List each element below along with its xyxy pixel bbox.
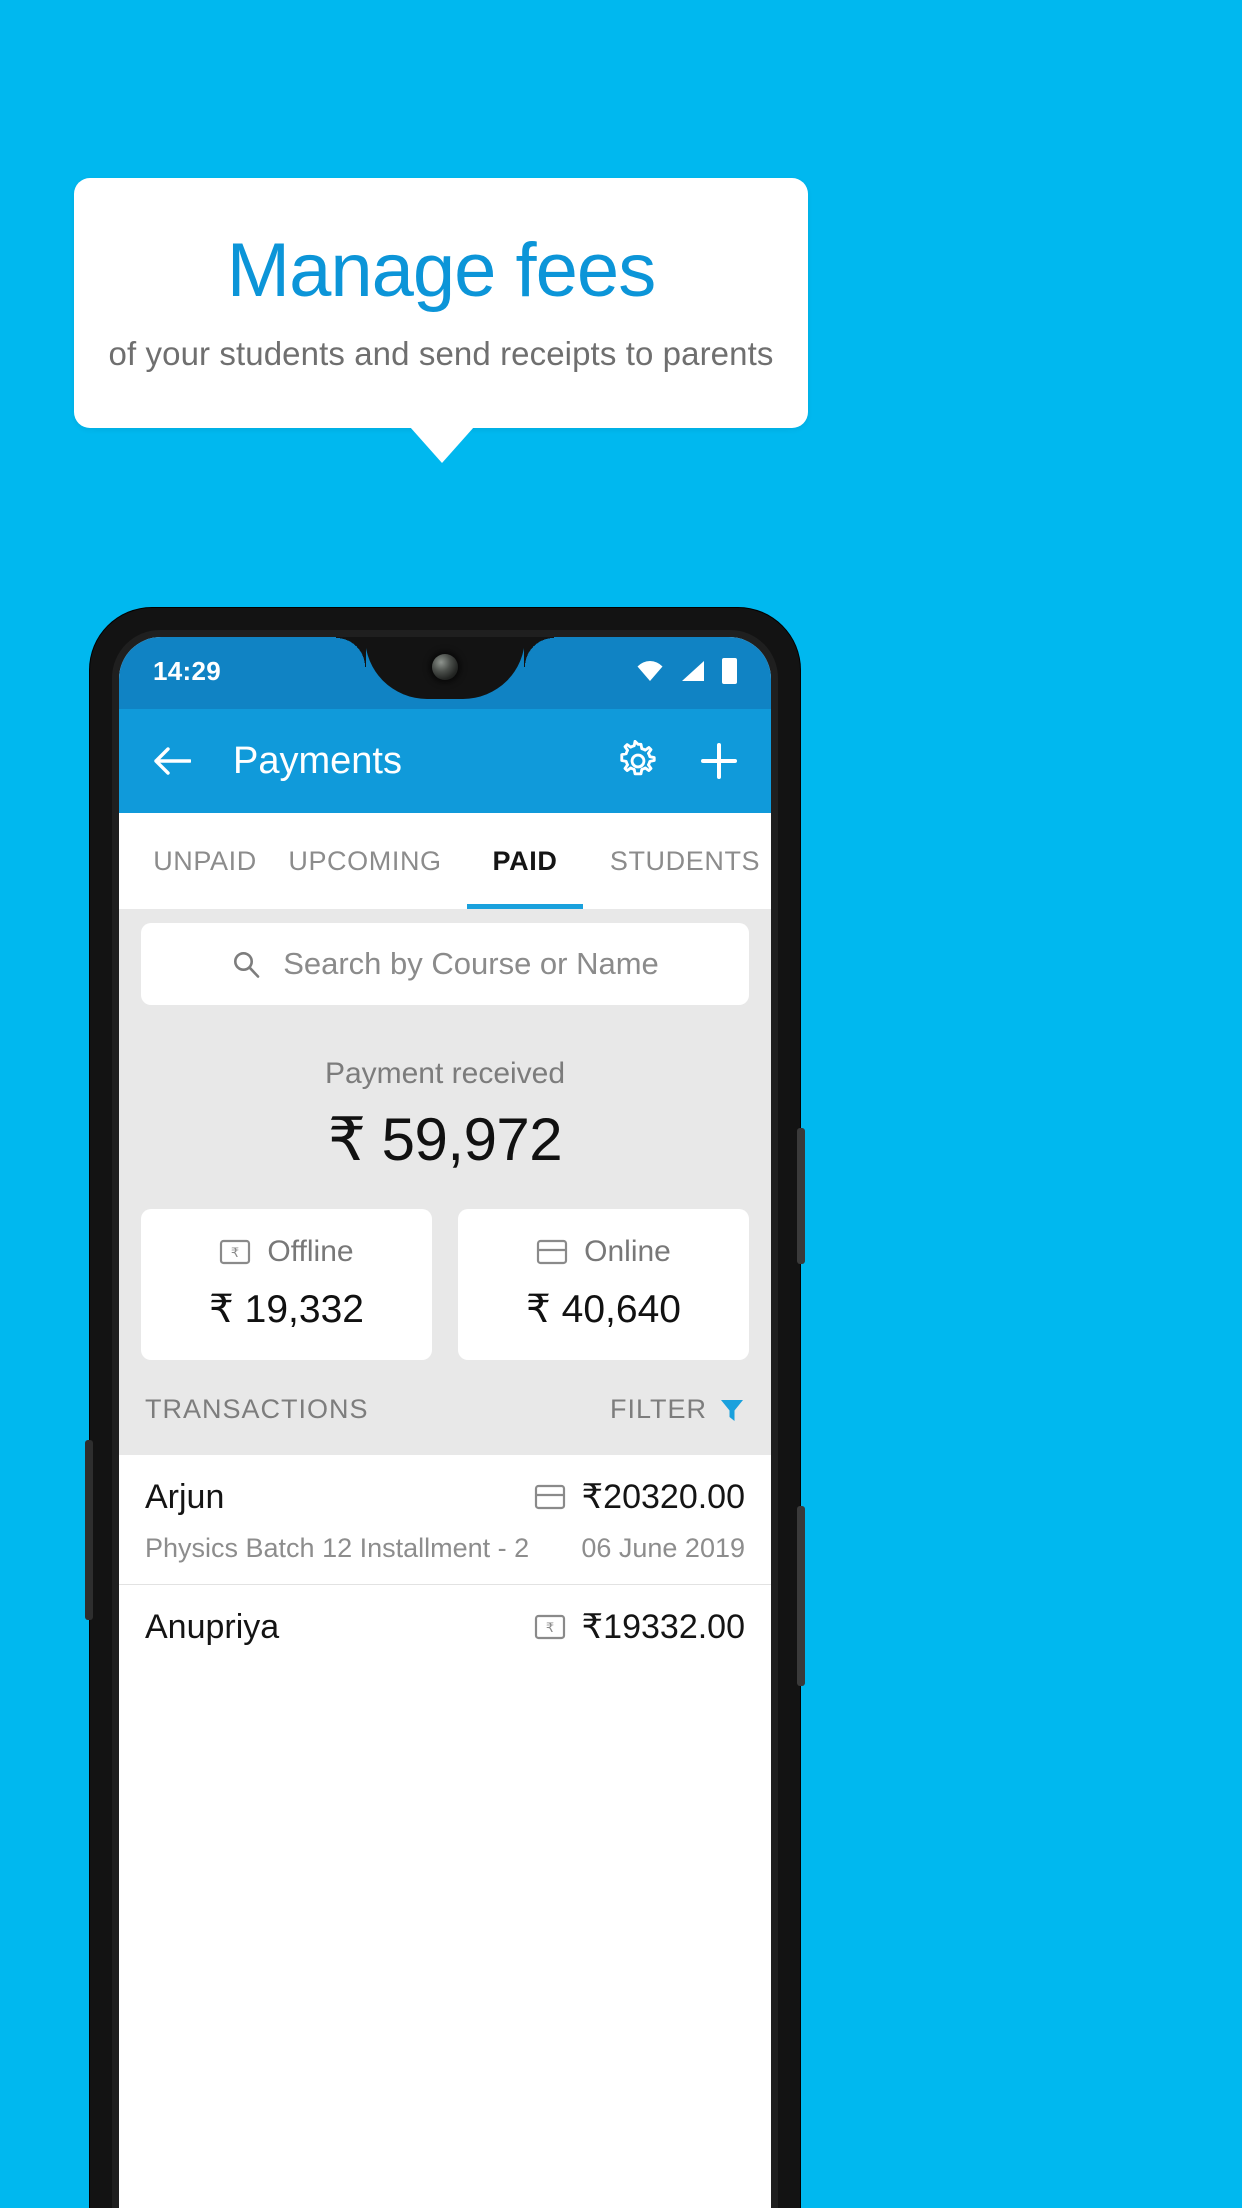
online-amount: ₹ 40,640 xyxy=(526,1288,681,1331)
signal-icon xyxy=(682,661,704,681)
svg-text:₹: ₹ xyxy=(545,1620,553,1635)
transaction-secondary-line: Physics Batch 12 Installment - 2 06 June… xyxy=(145,1533,745,1564)
tab-upcoming[interactable]: UPCOMING xyxy=(285,813,445,909)
svg-text:₹: ₹ xyxy=(231,1245,239,1260)
credit-card-icon xyxy=(537,1239,568,1265)
search-icon xyxy=(234,952,260,978)
volume-down-button[interactable] xyxy=(85,1440,93,1620)
transaction-name: Anupriya xyxy=(145,1607,280,1646)
app-bar-actions xyxy=(617,740,737,782)
summary-amount: ₹ 59,972 xyxy=(327,1106,563,1173)
phone-bezel: 14:29 Payments UNPAID UPCOMING PAID STUD… xyxy=(112,630,778,2208)
offline-card[interactable]: ₹ Offline ₹ 19,332 xyxy=(141,1209,432,1360)
promo-subtitle: of your students and send receipts to pa… xyxy=(108,335,774,372)
search-placeholder: Search by Course or Name xyxy=(283,946,659,981)
offline-label: Offline xyxy=(267,1235,354,1268)
transaction-amount-group: ₹20320.00 xyxy=(534,1477,745,1517)
notch-ear-left xyxy=(336,637,366,667)
app-bar: Payments xyxy=(119,709,771,813)
transaction-name: Arjun xyxy=(145,1477,225,1516)
transaction-amount: ₹20320.00 xyxy=(581,1478,745,1516)
status-bar: 14:29 xyxy=(119,637,771,709)
search-input[interactable]: Search by Course or Name xyxy=(141,923,749,1005)
table-row[interactable]: Arjun ₹20320.00 Physics Batch 12 Install… xyxy=(119,1455,771,1585)
power-button[interactable] xyxy=(797,1506,805,1686)
tab-unpaid[interactable]: UNPAID xyxy=(125,813,285,909)
credit-card-icon xyxy=(534,1484,565,1510)
page-title: Payments xyxy=(233,739,402,782)
promo-screenshot: Manage fees of your students and send re… xyxy=(0,0,1242,2208)
volume-button[interactable] xyxy=(797,1128,805,1264)
tab-bar: UNPAID UPCOMING PAID STUDENTS xyxy=(119,813,771,909)
tab-paid[interactable]: PAID xyxy=(445,813,605,909)
camera-notch xyxy=(336,637,554,699)
status-icons xyxy=(636,658,737,684)
offline-card-head: ₹ Offline xyxy=(141,1235,432,1269)
online-label: Online xyxy=(584,1235,671,1268)
transaction-amount-group: ₹ ₹19332.00 xyxy=(534,1607,745,1647)
cash-receipt-icon: ₹ xyxy=(220,1239,251,1265)
offline-amount: ₹ 19,332 xyxy=(209,1288,364,1331)
promo-callout: Manage fees of your students and send re… xyxy=(74,178,808,428)
phone-device: 14:29 Payments UNPAID UPCOMING PAID STUD… xyxy=(85,608,805,2208)
front-camera-icon xyxy=(432,654,458,680)
notch-ear-right xyxy=(524,637,554,667)
plus-icon[interactable] xyxy=(701,743,737,779)
wifi-icon xyxy=(637,661,663,681)
funnel-icon xyxy=(721,1399,743,1421)
transactions-list: Arjun ₹20320.00 Physics Batch 12 Install… xyxy=(119,1455,771,1667)
payment-summary: Payment received ₹ 59,972 xyxy=(119,1005,771,1183)
phone-screen: 14:29 Payments UNPAID UPCOMING PAID STUD… xyxy=(119,637,771,2208)
transaction-primary-line: Arjun ₹20320.00 xyxy=(145,1477,745,1517)
filter-label: FILTER xyxy=(609,1394,707,1424)
summary-label: Payment received xyxy=(324,1057,566,1090)
online-card[interactable]: Online ₹ 40,640 xyxy=(458,1209,749,1360)
tab-students[interactable]: STUDENTS xyxy=(605,813,765,909)
transaction-date: 06 June 2019 xyxy=(581,1533,745,1563)
online-card-head: Online xyxy=(458,1235,749,1269)
back-arrow-icon[interactable] xyxy=(153,746,191,776)
mode-cards: ₹ Offline ₹ 19,332 Online ₹ 40,640 xyxy=(119,1183,771,1360)
transactions-label: TRANSACTIONS xyxy=(145,1394,369,1424)
filter-button[interactable]: FILTER xyxy=(610,1394,745,1425)
callout-pointer xyxy=(410,427,474,463)
search-section: Search by Course or Name xyxy=(119,909,771,1005)
transaction-description: Physics Batch 12 Installment - 2 xyxy=(145,1533,530,1563)
table-row[interactable]: Anupriya ₹ ₹19332.00 xyxy=(119,1585,771,1667)
cash-receipt-icon: ₹ xyxy=(534,1614,565,1640)
transactions-header: TRANSACTIONS FILTER xyxy=(119,1360,771,1455)
transaction-primary-line: Anupriya ₹ ₹19332.00 xyxy=(145,1607,745,1647)
transaction-amount: ₹19332.00 xyxy=(581,1608,745,1646)
content-area: Search by Course or Name Payment receive… xyxy=(119,909,771,1667)
status-time: 14:29 xyxy=(153,655,221,686)
gear-icon[interactable] xyxy=(617,740,659,782)
battery-icon xyxy=(722,658,737,684)
promo-title: Manage fees xyxy=(226,228,656,313)
